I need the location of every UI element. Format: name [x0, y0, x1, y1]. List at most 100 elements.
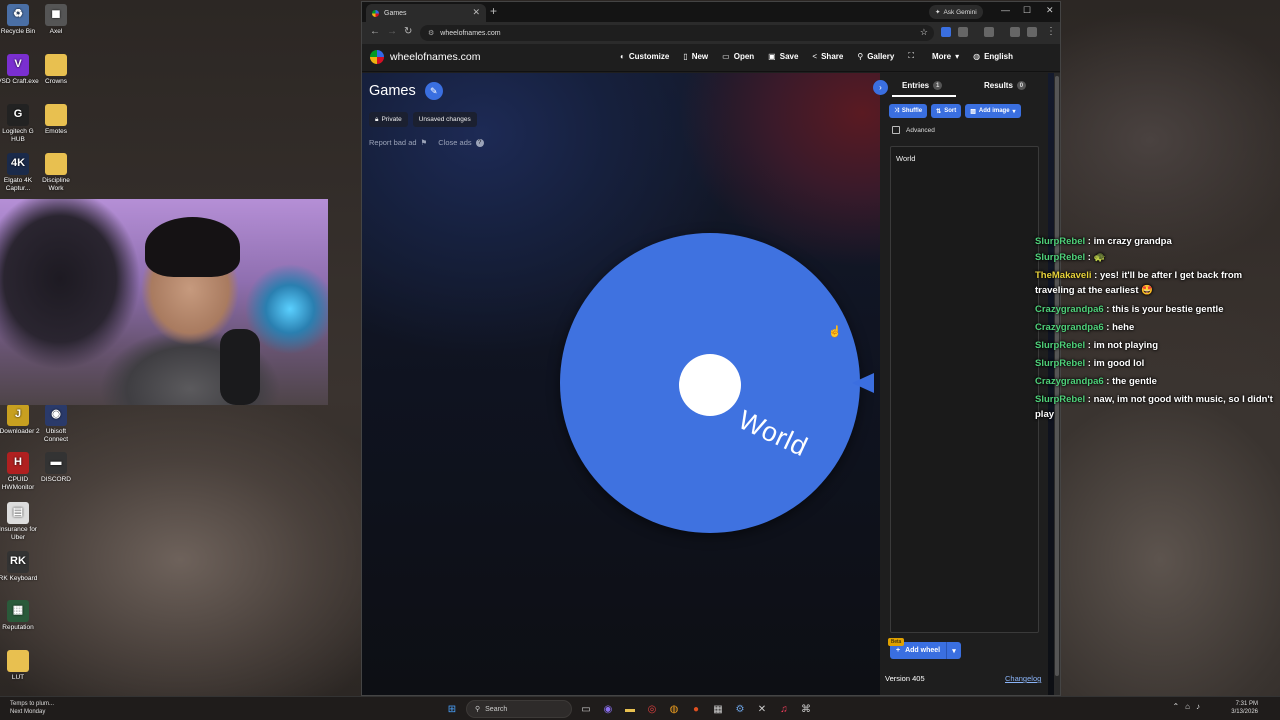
task-view-icon[interactable]: ▭ — [578, 701, 594, 717]
bookmark-star-icon[interactable]: ☆ — [920, 27, 928, 38]
menu-item-english[interactable]: ◍ English — [973, 51, 1013, 61]
menu-item-new[interactable]: ▯ New — [683, 51, 708, 61]
sidepanel-icon[interactable] — [984, 27, 994, 37]
version-text: Version 405 — [885, 674, 925, 683]
profile-icon[interactable] — [1010, 27, 1020, 37]
close-window-icon[interactable]: ✕ — [1046, 5, 1054, 16]
active-tab-indicator — [892, 95, 956, 97]
app-grid-icon[interactable]: ⌘ — [798, 701, 814, 717]
tab-close-icon[interactable]: ✕ — [472, 7, 480, 18]
report-bad-ad-link[interactable]: Report bad ad ⚑ — [369, 138, 427, 147]
desktop-icon[interactable]: ◉ Ubisoft Connect — [34, 404, 78, 443]
add-image-button[interactable]: ▨ Add image ▾ — [965, 104, 1021, 118]
add-wheel-dropdown-icon[interactable]: ▾ — [946, 642, 961, 659]
site-info-icon[interactable]: ⚙ — [428, 29, 434, 37]
extension-icon[interactable] — [941, 27, 951, 37]
sort-label: Sort — [944, 108, 957, 114]
close-ads-link[interactable]: Close ads ? — [438, 138, 484, 147]
advanced-toggle[interactable]: Advanced — [892, 126, 935, 134]
new-tab-button[interactable]: + — [490, 4, 497, 18]
desktop-icon[interactable]: ▬ DISCORD — [34, 452, 78, 484]
wheel-center-hub[interactable] — [679, 354, 741, 416]
entries-textarea[interactable]: World — [890, 146, 1039, 633]
chat-separator: : — [1085, 340, 1094, 351]
menu-item-label: New — [691, 51, 709, 61]
taskbar-weather-widget[interactable]: Temps to plum... Next Monday — [10, 700, 54, 716]
taskbar-search[interactable]: ⚲ Search — [466, 700, 572, 718]
obs-icon[interactable]: ● — [688, 701, 704, 717]
desktop-icon[interactable]: ▦ Reputation — [0, 600, 40, 632]
start-windows-icon[interactable]: ⊞ — [444, 701, 460, 717]
chat-username: SlurpRebel — [1035, 252, 1086, 263]
webcam-microphone — [220, 329, 260, 405]
tray-overflow-icon[interactable]: ⌃ — [1172, 702, 1179, 711]
chat-username: SlurpRebel — [1035, 394, 1086, 405]
edit-title-button[interactable]: ✎ — [424, 82, 443, 100]
menu-item-label: Customize — [628, 51, 670, 61]
discord-taskbar-icon[interactable]: ◉ — [600, 701, 616, 717]
chat-separator: : — [1091, 270, 1100, 281]
desktop-icon-label: Emotes — [44, 128, 68, 135]
desktop-icon-label: LUT — [11, 674, 25, 681]
private-chip[interactable]: 🔒︎ Private — [369, 112, 408, 127]
chat-username: Crazygrandpa6 — [1035, 304, 1104, 315]
desktop-icon[interactable]: RK RK Keyboard — [0, 551, 40, 583]
chat-message: Crazygrandpa6 : hehe — [1035, 320, 1275, 335]
reload-icon[interactable]: ↻ — [404, 26, 412, 37]
caret-down-icon: ▾ — [955, 51, 960, 61]
chat-separator: : — [1085, 252, 1094, 263]
chat-message: Crazygrandpa6 : the gentle — [1035, 374, 1275, 389]
add-wheel-main[interactable]: + Add wheel — [890, 647, 946, 654]
steam-icon[interactable]: ⚙ — [732, 701, 748, 717]
ask-gemini-button[interactable]: ✦ Ask Gemini — [929, 5, 983, 19]
menu-item-label: Share — [821, 51, 844, 61]
taskbar-clock[interactable]: 7:31 PM 3/13/2026 — [1231, 700, 1258, 716]
folder-icon — [45, 104, 67, 126]
site-logo[interactable]: wheelofnames.com — [370, 50, 480, 64]
spin-wheel[interactable]: World — [560, 233, 860, 533]
desktop-icon-label: Ubisoft Connect — [43, 428, 69, 443]
chat-message-text: im not playing — [1093, 340, 1158, 351]
menu-item-save[interactable]: ▣ Save — [768, 51, 798, 61]
browser-menu-icon[interactable]: ⋮ — [1046, 26, 1056, 37]
changelog-link[interactable]: Changelog — [1005, 674, 1041, 683]
menu-item-customize[interactable]: ◐ Customize — [620, 51, 669, 61]
collapse-sidebar-button[interactable]: › — [873, 80, 888, 95]
tab-entries[interactable]: Entries 1 — [902, 81, 943, 90]
speaker-icon[interactable]: ♪ — [1196, 702, 1200, 711]
menu-item-gallery[interactable]: ⚲ Gallery — [857, 51, 894, 61]
chrome-icon[interactable]: ◍ — [666, 701, 682, 717]
desktop-icon[interactable]: Discipline Work — [34, 153, 78, 192]
desktop-icon[interactable]: ◼ Axel — [34, 4, 78, 36]
advanced-checkbox[interactable] — [892, 126, 900, 134]
network-icon[interactable]: ⌂ — [1185, 702, 1190, 711]
file-explorer-icon[interactable]: ▬ — [622, 701, 638, 717]
chat-separator: : — [1103, 376, 1113, 387]
forward-icon[interactable]: → — [387, 26, 397, 37]
menu-item-share[interactable]: < Share — [812, 51, 843, 61]
music-icon[interactable]: ♫ — [776, 701, 792, 717]
folder-icon — [45, 153, 67, 175]
menu-item-fullscreen[interactable]: ⛶ — [908, 51, 918, 61]
tab-results[interactable]: Results 0 — [984, 81, 1026, 90]
menu-item-more[interactable]: More ▾ — [932, 51, 959, 61]
menu-item-label: Save — [779, 51, 799, 61]
shuffle-button[interactable]: ⤨ Shuffle — [889, 104, 928, 118]
address-bar-row: ← → ↻ ⚙ wheelofnames.com ☆ ⋮ — [362, 22, 1060, 44]
download-icon[interactable] — [1027, 27, 1037, 37]
extensions-puzzle-icon[interactable] — [958, 27, 968, 37]
maximize-icon[interactable]: ☐ — [1023, 5, 1031, 16]
url-bar[interactable]: ⚙ wheelofnames.com ☆ — [420, 25, 934, 41]
minimize-icon[interactable]: — — [1001, 5, 1010, 15]
calculator-icon[interactable]: ▦ — [710, 701, 726, 717]
menu-item-open[interactable]: ▭ Open — [722, 51, 754, 61]
desktop-icon[interactable]: ▤ Insurance for Uber — [0, 502, 40, 541]
sort-button[interactable]: ⇅ Sort — [931, 104, 962, 118]
back-icon[interactable]: ← — [370, 26, 380, 37]
app-x-icon[interactable]: ✕ — [754, 701, 770, 717]
desktop-icon[interactable]: Crowns — [34, 54, 78, 86]
desktop-icon[interactable]: LUT — [0, 650, 40, 682]
browser-tab[interactable]: Games ✕ — [366, 4, 486, 22]
app-red-icon[interactable]: ◎ — [644, 701, 660, 717]
desktop-icon[interactable]: Emotes — [34, 104, 78, 136]
